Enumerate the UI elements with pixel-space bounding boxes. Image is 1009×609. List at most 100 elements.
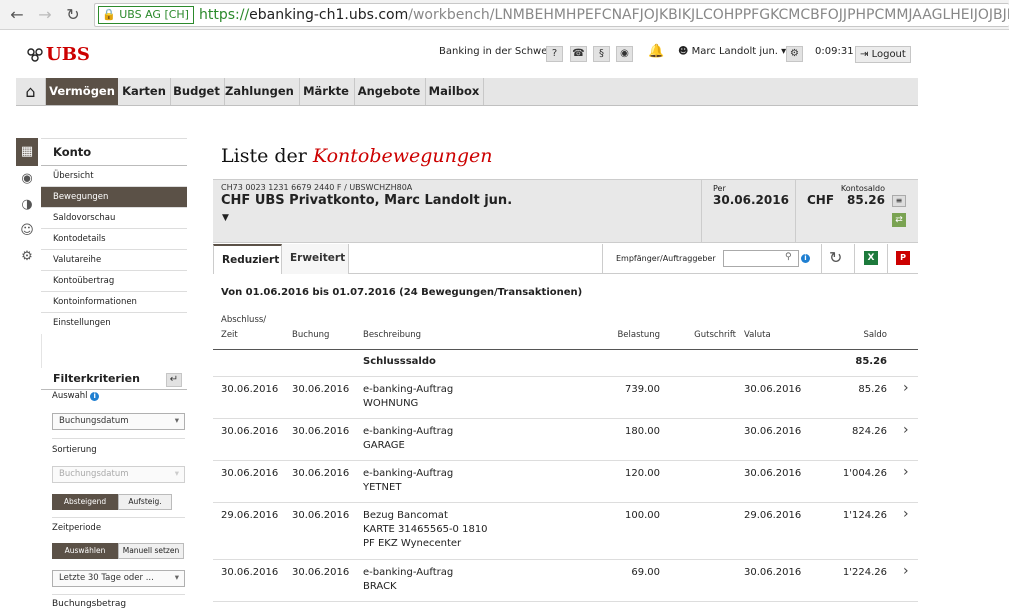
caret-down-icon: ▾ [174, 416, 179, 426]
tab-reduziert[interactable]: Reduziert [213, 244, 282, 274]
row-belastung: 739.00 [625, 384, 660, 395]
nav-budget[interactable]: Budget [171, 78, 222, 105]
row-buchung: 30.06.2016 [292, 510, 350, 521]
row-saldo: 1'004.26 [842, 468, 887, 479]
logout-button[interactable]: ⇥ Logout [855, 46, 911, 63]
transfer-icon[interactable]: ⇄ [892, 213, 906, 227]
portfolio-icon[interactable]: ◉ [16, 168, 38, 190]
info-icon[interactable]: i [90, 392, 100, 401]
row-valuta: 30.06.2016 [744, 468, 802, 479]
sidebar-item-kontodetails[interactable]: Kontodetails [41, 229, 187, 250]
pdf-export-icon[interactable]: P [896, 251, 910, 265]
row-desc-line: KARTE 31465565-0 1810 [363, 524, 488, 535]
reset-filter-icon[interactable]: ↵ [166, 373, 182, 387]
row-saldo: 85.26 [858, 384, 887, 395]
col-valuta[interactable]: Valuta [744, 330, 771, 340]
nav-mailbox[interactable]: Mailbox [426, 78, 482, 105]
people-icon[interactable]: ☺ [16, 220, 38, 242]
expand-caret-icon[interactable]: ▼ [222, 213, 229, 223]
period-choose-button[interactable]: Auswählen [52, 543, 118, 559]
region-link[interactable]: Banking in der Schweiz [439, 46, 555, 57]
chevron-right-icon[interactable]: › [903, 464, 909, 480]
main-navigation: ⌂ Vermögen Karten Budget Zahlungen Märkt… [16, 78, 918, 106]
chevron-right-icon[interactable]: › [903, 422, 909, 438]
row-buchung: 30.06.2016 [292, 468, 350, 479]
gear-icon[interactable]: ⚙ [16, 246, 38, 268]
sidebar-item-bewegungen[interactable]: Bewegungen [41, 187, 187, 208]
user-icon: ☻ [678, 46, 689, 57]
col-belastung[interactable]: Belastung [590, 330, 660, 340]
period-select[interactable]: Letzte 30 Tage oder ... ▾ [52, 570, 185, 587]
per-label: Per [713, 184, 726, 193]
refresh-icon[interactable]: ↻ [829, 248, 842, 267]
tab-erweitert[interactable]: Erweitert [282, 244, 349, 274]
ubs-logo[interactable]: UBS [26, 44, 90, 65]
address-bar[interactable]: 🔒 UBS AG [CH] https://ebanking-ch1.ubs.co… [94, 3, 1009, 27]
sort-descending-button[interactable]: Absteigend [52, 494, 118, 510]
row-desc-line: e-banking-Auftrag [363, 468, 454, 479]
url-host: ebanking-ch1.ubs.com [249, 7, 409, 23]
sort-ascending-button[interactable]: Aufsteig. [118, 494, 172, 510]
row-saldo: 1'224.26 [842, 567, 887, 578]
sidebar-item-uebersicht[interactable]: Übersicht [41, 166, 187, 187]
excel-export-icon[interactable]: X [864, 251, 878, 265]
filter-title: Filterkriterien [53, 372, 140, 385]
period-manual-button[interactable]: Manuell setzen [118, 543, 184, 559]
ev-label: UBS AG [CH] [119, 8, 189, 21]
bell-icon[interactable]: 🔔 [648, 44, 664, 59]
info-icon[interactable]: i [801, 254, 810, 263]
nav-zahlungen[interactable]: Zahlungen [225, 78, 294, 105]
row-desc-line: e-banking-Auftrag [363, 567, 454, 578]
sidebar-item-einstellungen[interactable]: Einstellungen [41, 313, 187, 334]
sidebar-item-kontoinformationen[interactable]: Kontoinformationen [41, 292, 187, 313]
account-iban: CH73 0023 1231 6679 2440 F / UBSWCHZH80A [221, 183, 413, 192]
legal-button[interactable]: § [593, 46, 610, 62]
nav-vermoegen[interactable]: Vermögen [46, 78, 118, 105]
sidebar-item-valutareihe[interactable]: Valutareihe [41, 250, 187, 271]
chevron-right-icon[interactable]: › [903, 380, 909, 396]
nav-maerkte[interactable]: Märkte [300, 78, 352, 105]
row-zeit: 30.06.2016 [221, 384, 279, 395]
row-desc-line: GARAGE [363, 440, 405, 451]
user-menu[interactable]: ☻ Marc Landolt jun. ▾ [678, 46, 786, 57]
sidebar-item-saldovorschau[interactable]: Saldovorschau [41, 208, 187, 229]
pie-chart-icon[interactable]: ◑ [16, 194, 38, 216]
search-icon[interactable]: ⚲ [785, 252, 792, 262]
row-zeit: 29.06.2016 [221, 510, 279, 521]
phone-icon[interactable]: ☎ [570, 46, 587, 62]
row-desc-line: BRACK [363, 581, 397, 592]
col-gutschrift[interactable]: Gutschrift [666, 330, 736, 340]
settings-icon[interactable]: ⚙ [786, 46, 803, 62]
home-icon[interactable]: ⌂ [16, 78, 45, 105]
sidebar-item-kontouebertrag[interactable]: Kontoübertrag [41, 271, 187, 292]
ubs-keys-icon [27, 48, 43, 62]
caret-down-icon: ▾ [174, 469, 179, 479]
nav-angebote[interactable]: Angebote [355, 78, 423, 105]
nav-karten[interactable]: Karten [120, 78, 168, 105]
reload-icon[interactable]: ↻ [62, 4, 84, 26]
row-desc-line: YETNET [363, 482, 402, 493]
ev-certificate-badge[interactable]: 🔒 UBS AG [CH] [98, 6, 194, 24]
auswahl-select[interactable]: Buchungsdatum ▾ [52, 413, 185, 430]
chevron-right-icon[interactable]: › [903, 506, 909, 522]
forward-icon[interactable]: → [34, 4, 56, 26]
row-desc-line: WOHNUNG [363, 398, 419, 409]
row-belastung: 69.00 [631, 567, 660, 578]
row-belastung: 100.00 [625, 510, 660, 521]
back-icon[interactable]: ← [6, 4, 28, 26]
account-icon[interactable]: ▦ [16, 138, 38, 166]
closing-label: Schlusssaldo [363, 356, 436, 367]
row-desc-line: PF EKZ Wynecenter [363, 538, 462, 549]
account-list-icon[interactable]: ≡ [892, 195, 906, 207]
row-valuta: 30.06.2016 [744, 426, 802, 437]
col-buchung[interactable]: Buchung [292, 330, 329, 340]
sidebar-heading: Konto [41, 138, 187, 166]
row-belastung: 180.00 [625, 426, 660, 437]
row-buchung: 30.06.2016 [292, 567, 350, 578]
row-zeit: 30.06.2016 [221, 426, 279, 437]
globe-icon[interactable]: ◉ [616, 46, 633, 62]
saldo-value: 85.26 [847, 193, 885, 207]
chevron-right-icon[interactable]: › [903, 563, 909, 579]
help-button[interactable]: ? [546, 46, 563, 62]
closing-value: 85.26 [855, 356, 887, 367]
